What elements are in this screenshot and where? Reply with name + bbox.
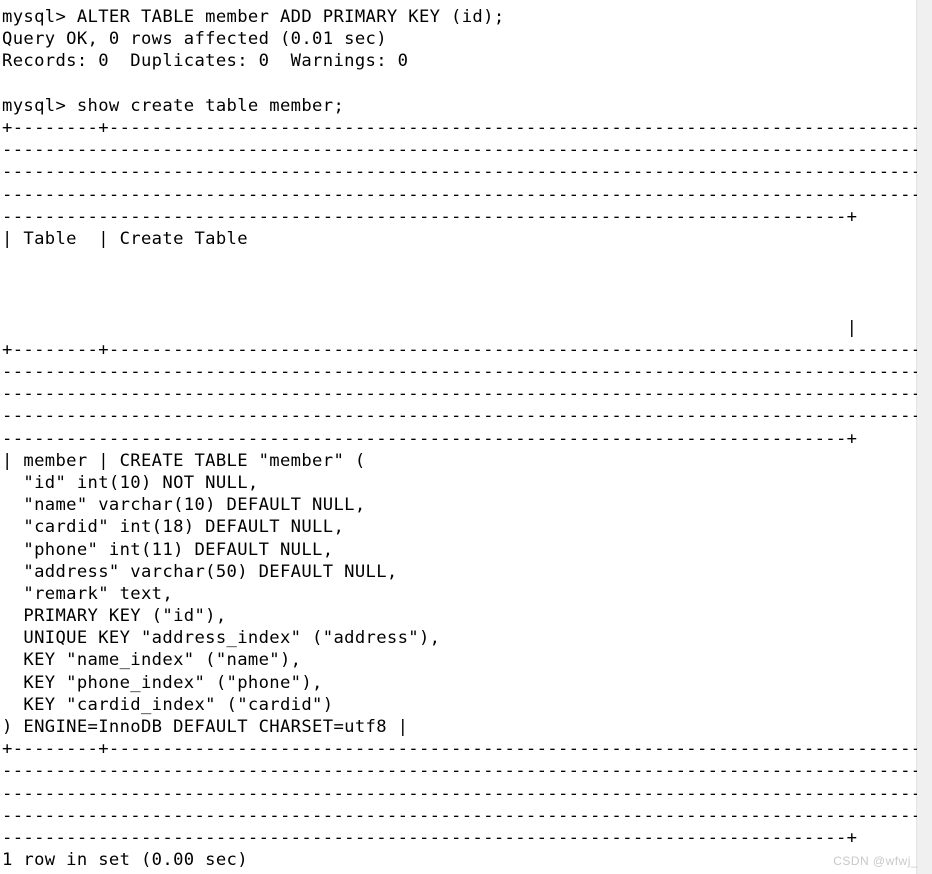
terminal-output-area: mysql> ALTER TABLE member ADD PRIMARY KE… bbox=[2, 6, 932, 871]
terminal-line-command: mysql> ALTER TABLE member ADD PRIMARY KE… bbox=[2, 7, 505, 27]
terminal-line-data: "cardid" int(18) DEFAULT NULL, bbox=[2, 517, 345, 538]
terminal-line-separator: ----------------------------------------… bbox=[2, 362, 917, 382]
terminal-line-command: mysql> show create table member; bbox=[2, 95, 345, 116]
terminal-line-data: "address" varchar(50) DEFAULT NULL, bbox=[2, 561, 398, 582]
terminal-line-separator: ----------------------------------------… bbox=[2, 406, 917, 427]
terminal-line-data: "phone" int(11) DEFAULT NULL, bbox=[2, 539, 334, 560]
terminal-line-separator: +--------+------------------------------… bbox=[2, 339, 917, 360]
terminal-line-status: Query OK, 0 rows affected (0.01 sec) bbox=[2, 29, 387, 50]
terminal-line-data: KEY "phone_index" ("phone"), bbox=[2, 672, 323, 693]
terminal-line-separator: +--------+------------------------------… bbox=[2, 739, 917, 760]
terminal-line-separator: ----------------------------------------… bbox=[2, 783, 917, 804]
terminal-line-separator: ----------------------------------------… bbox=[2, 140, 917, 161]
terminal-line-header-tail: | bbox=[2, 317, 858, 338]
terminal-line-data: PRIMARY KEY ("id"), bbox=[2, 606, 227, 627]
terminal-line-separator: ----------------------------------------… bbox=[2, 162, 917, 183]
terminal-line-data: ) ENGINE=InnoDB DEFAULT CHARSET=utf8 | bbox=[2, 717, 409, 737]
terminal-line-data: KEY "cardid_index" ("cardid") bbox=[2, 694, 334, 715]
terminal-line-separator: +--------+------------------------------… bbox=[2, 117, 917, 138]
terminal-line-status: 1 row in set (0.00 sec) bbox=[2, 850, 248, 871]
terminal-line-separator: ----------------------------------------… bbox=[2, 206, 858, 227]
terminal-line-data: KEY "name_index" ("name"), bbox=[2, 650, 302, 671]
terminal-line-separator: ----------------------------------------… bbox=[2, 761, 917, 782]
terminal-line-data: | member | CREATE TABLE "member" ( bbox=[2, 450, 366, 471]
terminal-line-separator: ----------------------------------------… bbox=[2, 805, 917, 826]
terminal-line-separator: ----------------------------------------… bbox=[2, 428, 858, 449]
terminal-line-data: "name" varchar(10) DEFAULT NULL, bbox=[2, 495, 366, 516]
terminal-line-data: "remark" text, bbox=[2, 583, 174, 604]
mysql-terminal-window[interactable]: mysql> ALTER TABLE member ADD PRIMARY KE… bbox=[0, 0, 932, 874]
terminal-line-data: "id" int(10) NOT NULL, bbox=[2, 472, 259, 493]
terminal-line-status: Records: 0 Duplicates: 0 Warnings: 0 bbox=[2, 51, 409, 72]
terminal-line-separator: ----------------------------------------… bbox=[2, 184, 917, 205]
terminal-line-separator: ----------------------------------------… bbox=[2, 827, 858, 848]
terminal-line-data: UNIQUE KEY "address_index" ("address"), bbox=[2, 628, 441, 649]
terminal-line-separator: ----------------------------------------… bbox=[2, 384, 917, 405]
csdn-watermark: CSDN @wfwj_ bbox=[833, 854, 918, 868]
terminal-line-header: | Table | Create Table bbox=[2, 228, 248, 249]
